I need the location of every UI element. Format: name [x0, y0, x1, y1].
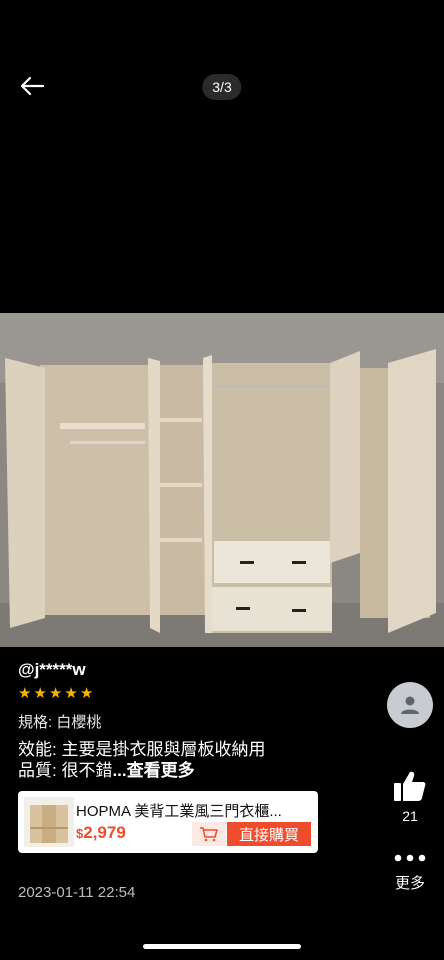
- buy-now-button[interactable]: 直接購買: [227, 822, 311, 846]
- cart-icon: [200, 827, 218, 842]
- reviewer-name[interactable]: @j*****w: [18, 660, 86, 680]
- back-arrow-svg: [20, 76, 45, 96]
- star-icon: ★: [18, 685, 32, 702]
- review-text: 效能: 主要是掛衣服與層板收納用 品質: 很不錯...查看更多: [18, 739, 348, 781]
- review-photo[interactable]: [0, 313, 444, 647]
- add-to-cart-button[interactable]: [192, 822, 226, 846]
- review-line-1: 效能: 主要是掛衣服與層板收納用: [18, 740, 266, 759]
- more-dots-icon: [394, 854, 426, 862]
- more-button[interactable]: 更多: [388, 854, 432, 893]
- wardrobe-thumb: [24, 797, 74, 847]
- user-icon: [401, 696, 419, 714]
- star-icon: ★: [33, 685, 47, 702]
- avatar[interactable]: [387, 682, 433, 728]
- product-variant: 規格: 白櫻桃: [18, 714, 102, 731]
- review-date: 2023-01-11 22:54: [18, 884, 136, 901]
- wardrobe-photo: [0, 313, 444, 647]
- home-indicator: [143, 944, 301, 949]
- price-value: 2,979: [83, 823, 126, 842]
- review-line-2-text: 品質: 很不錯: [18, 761, 113, 780]
- like-count: 21: [402, 808, 418, 824]
- star-icon: ★: [64, 685, 78, 702]
- more-label: 更多: [394, 875, 425, 892]
- thumbs-up-icon: [394, 771, 426, 801]
- top-bar: 3/3: [0, 60, 444, 116]
- see-more-link[interactable]: ...查看更多: [112, 761, 194, 780]
- product-price: $2,979: [76, 823, 126, 843]
- rating-stars: ★ ★ ★ ★ ★: [18, 686, 93, 701]
- image-counter: 3/3: [202, 74, 242, 100]
- back-arrow-icon[interactable]: [16, 72, 48, 100]
- review-line-2: 品質: 很不錯...查看更多: [18, 760, 348, 781]
- product-name: HOPMA 美背工業風三門衣櫃...: [76, 803, 282, 820]
- star-icon: ★: [48, 685, 63, 702]
- product-card[interactable]: HOPMA 美背工業風三門衣櫃... $2,979 直接購買: [18, 791, 318, 853]
- product-thumbnail: [24, 797, 74, 847]
- like-button[interactable]: 21: [390, 770, 430, 824]
- star-icon: ★: [79, 685, 94, 702]
